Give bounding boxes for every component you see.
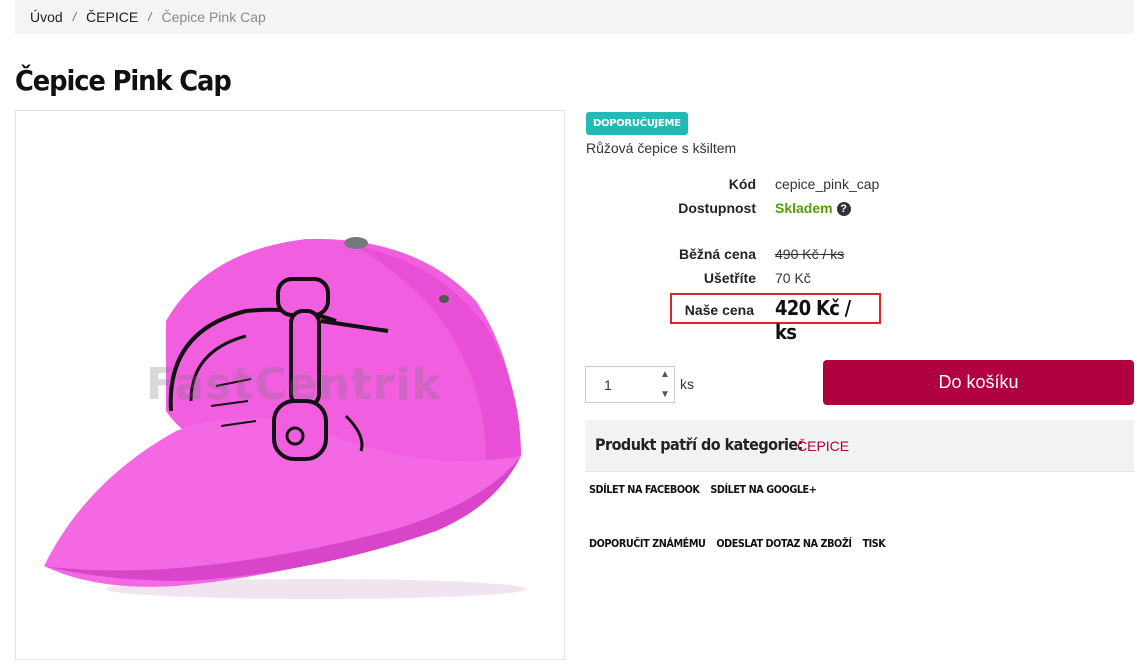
breadcrumb-home-link[interactable]: Úvod: [30, 9, 63, 25]
recommended-badge: DOPORUČUJEME: [586, 112, 688, 135]
availability-label: Dostupnost: [678, 200, 756, 216]
savings-label: Ušetříte: [703, 270, 756, 286]
watermark: FastCentrik: [146, 359, 442, 410]
share-google-link[interactable]: SDÍLET NA GOOGLE+: [710, 483, 817, 496]
param-row-availability: Dostupnost Skladem?: [586, 200, 906, 220]
quantity-arrows: ▲ ▼: [658, 369, 672, 400]
breadcrumb: Úvod / ČEPICE / Čepice Pink Cap: [15, 0, 1134, 34]
availability-value: Skladem?: [775, 200, 851, 216]
code-label: Kód: [728, 176, 756, 192]
availability-text: Skladem: [775, 200, 833, 216]
param-row-regular-price: Běžná cena 490 Kč / ks: [586, 246, 906, 266]
share-facebook-link[interactable]: SDÍLET NA FACEBOOK: [589, 483, 700, 496]
add-to-cart-button[interactable]: Do košíku: [823, 360, 1134, 405]
page-title: Čepice Pink Cap: [15, 64, 232, 97]
product-image[interactable]: FastCentrik: [15, 110, 565, 660]
short-description: Růžová čepice s kšiltem: [586, 140, 737, 156]
recommend-friend-link[interactable]: DOPORUČIT ZNÁMÉMU: [589, 537, 706, 550]
regular-price-label: Běžná cena: [678, 246, 756, 262]
our-price-label: Naše cena: [684, 302, 754, 318]
ask-question-link[interactable]: ODESLAT DOTAZ NA ZBOŽÍ: [716, 537, 852, 550]
breadcrumb-separator: /: [72, 10, 77, 24]
category-link[interactable]: ČEPICE: [797, 438, 849, 454]
share-links: SDÍLET NA FACEBOOK SDÍLET NA GOOGLE+: [589, 483, 824, 496]
quantity-stepper[interactable]: ▲ ▼: [585, 366, 675, 403]
category-box: Produkt patří do kategorie: ČEPICE: [585, 420, 1134, 472]
chevron-down-icon[interactable]: ▼: [660, 389, 670, 400]
category-label: Produkt patří do kategorie:: [595, 435, 803, 454]
question-circle-icon[interactable]: ?: [836, 202, 851, 216]
param-row-code: Kód cepice_pink_cap: [586, 176, 906, 196]
action-links: DOPORUČIT ZNÁMÉMU ODESLAT DOTAZ NA ZBOŽÍ…: [589, 537, 893, 550]
our-price-value: 420 Kč / ks: [775, 296, 851, 344]
savings-value: 70 Kč: [775, 270, 811, 286]
breadcrumb-separator: /: [148, 10, 152, 24]
print-link[interactable]: TISK: [862, 537, 885, 550]
quantity-input[interactable]: [586, 367, 658, 402]
code-value: cepice_pink_cap: [775, 176, 880, 192]
breadcrumb-current: Čepice Pink Cap: [161, 9, 266, 25]
breadcrumb-category-link[interactable]: ČEPICE: [86, 9, 138, 25]
chevron-up-icon[interactable]: ▲: [660, 369, 670, 380]
quantity-unit: ks: [680, 376, 694, 392]
param-row-savings: Ušetříte 70 Kč: [586, 270, 906, 290]
regular-price-value: 490 Kč / ks: [775, 246, 845, 262]
our-price-box: Naše cena 420 Kč / ks: [670, 293, 881, 344]
